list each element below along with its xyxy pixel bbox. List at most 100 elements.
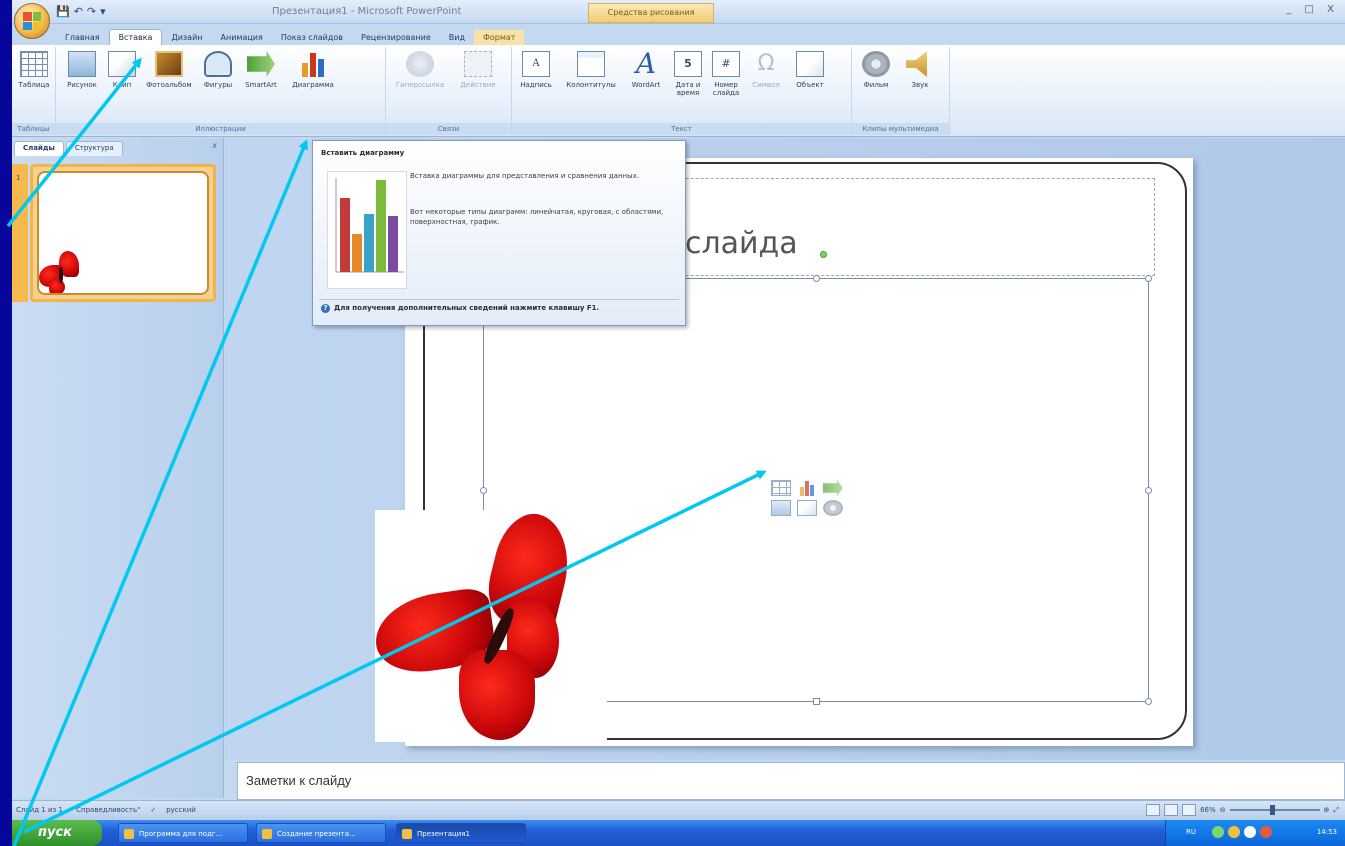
taskbar-item[interactable]: Создание презента... <box>256 823 386 843</box>
hyperlink-icon <box>406 51 434 77</box>
content-insert-icons <box>771 480 845 516</box>
insert-chart-icon[interactable] <box>797 480 817 496</box>
textbox-icon: A <box>522 51 550 77</box>
datetime-button-label: Дата и время <box>675 81 701 97</box>
film-reel-icon <box>862 51 890 77</box>
tab-view[interactable]: Вид <box>440 30 474 45</box>
tab-format[interactable]: Формат <box>473 30 525 45</box>
tab-insert[interactable]: Вставка <box>108 29 163 45</box>
zoom-slider[interactable] <box>1229 805 1320 815</box>
tab-outline[interactable]: Структура <box>65 141 123 156</box>
save-icon[interactable]: 💾 <box>56 5 70 18</box>
tab-design[interactable]: Дизайн <box>162 30 211 45</box>
header-footer-button[interactable]: Колонтитулы <box>560 51 622 89</box>
system-tray: RU 14:53 <box>1165 820 1345 846</box>
insert-picture-icon[interactable] <box>771 500 791 516</box>
zoom-in-icon[interactable]: ⊕ <box>1324 806 1330 814</box>
picture-button-label: Рисунок <box>67 81 97 89</box>
language-label[interactable]: русский <box>166 806 196 814</box>
table-icon <box>20 51 48 77</box>
tray-icon[interactable] <box>1228 826 1240 838</box>
smartart-button[interactable]: SmartArt <box>240 51 282 89</box>
undo-icon[interactable]: ↶ <box>74 5 83 18</box>
slide-title-text[interactable]: слайда <box>685 226 798 261</box>
datetime-button[interactable]: 5 Дата и время <box>670 51 706 97</box>
hyperlink-button[interactable]: Гиперссылка <box>392 51 448 89</box>
movie-button-label: Фильм <box>863 81 889 89</box>
tray-icon[interactable] <box>1212 826 1224 838</box>
smartart-button-label: SmartArt <box>245 81 277 89</box>
slide-number-label: Номер слайда <box>712 81 740 97</box>
chart-button[interactable]: Диаграмма <box>282 47 344 113</box>
fit-to-window-icon[interactable]: ⤢ <box>1333 806 1339 815</box>
resize-handle[interactable] <box>813 698 820 705</box>
chart-tooltip: Вставить диаграмму Вставка диаграммы для… <box>312 140 686 326</box>
group-label-tables: Таблицы <box>12 123 55 135</box>
photo-album-icon <box>155 51 183 77</box>
textbox-button-label: Надпись <box>520 81 552 89</box>
insert-clipart-icon[interactable] <box>797 500 817 516</box>
help-icon: ? <box>321 304 330 313</box>
table-button[interactable]: Таблица <box>16 51 52 89</box>
tab-review[interactable]: Рецензирование <box>352 30 440 45</box>
group-label-media: Клипы мультимедиа <box>852 123 949 135</box>
office-logo-icon <box>23 12 41 30</box>
resize-handle[interactable] <box>1145 487 1152 494</box>
window-controls[interactable]: _ □ X <box>1286 4 1339 15</box>
object-button[interactable]: Объект <box>788 51 832 89</box>
notes-pane[interactable]: Заметки к слайду <box>237 762 1345 800</box>
slideshow-view-button[interactable] <box>1182 804 1197 816</box>
tooltip-help-text: Для получения дополнительных сведений на… <box>334 304 600 312</box>
group-label-text: Текст <box>512 123 851 135</box>
redo-icon[interactable]: ↷ <box>87 5 96 18</box>
spellcheck-icon[interactable]: ✓ <box>150 806 156 814</box>
normal-view-button[interactable] <box>1146 804 1161 816</box>
butterfly-thumbnail-icon <box>39 251 83 293</box>
insert-table-icon[interactable] <box>771 480 791 496</box>
tab-home[interactable]: Главная <box>56 30 109 45</box>
zoom-out-icon[interactable]: ⊖ <box>1220 806 1226 814</box>
tray-icon[interactable] <box>1244 826 1256 838</box>
action-button[interactable]: Действие <box>450 51 506 89</box>
butterfly-picture[interactable] <box>370 506 607 742</box>
tab-slideshow[interactable]: Показ слайдов <box>272 30 352 45</box>
group-tables: Таблица Таблицы <box>12 47 56 135</box>
movie-button[interactable]: Фильм <box>856 51 896 89</box>
symbol-button[interactable]: Ω Символ <box>746 51 786 89</box>
resize-handle[interactable] <box>1145 698 1152 705</box>
sorter-view-button[interactable] <box>1164 804 1179 816</box>
tray-icon[interactable] <box>1260 826 1272 838</box>
slide-thumbnail[interactable] <box>30 164 216 302</box>
zoom-level[interactable]: 66% <box>1200 806 1216 814</box>
textbox-button[interactable]: A Надпись <box>514 51 558 89</box>
qat-dropdown-icon[interactable]: ▾ <box>100 5 106 18</box>
panel-close-icon[interactable]: x <box>212 141 217 150</box>
tooltip-separator <box>319 299 679 300</box>
keyboard-language[interactable]: RU <box>1186 828 1196 836</box>
photo-album-button[interactable]: Фотоальбом <box>142 51 196 89</box>
resize-handle[interactable] <box>480 487 487 494</box>
notes-placeholder: Заметки к слайду <box>246 773 352 788</box>
taskbar-item-active[interactable]: Презентация1 <box>396 823 526 843</box>
clip-button[interactable]: Клип <box>104 51 140 89</box>
start-button[interactable]: пуск <box>12 820 102 846</box>
resize-handle[interactable] <box>1145 275 1152 282</box>
chart-button-label: Диаграмма <box>292 81 334 89</box>
tab-slides[interactable]: Слайды <box>14 141 64 156</box>
photo-album-label: Фотоальбом <box>146 81 192 89</box>
sound-button[interactable]: Звук <box>900 51 940 89</box>
thumbnail-number: 1 <box>16 174 21 182</box>
insert-smartart-icon[interactable] <box>823 480 843 496</box>
picture-button[interactable]: Рисунок <box>62 51 102 89</box>
office-button[interactable] <box>14 3 50 39</box>
taskbar-item[interactable]: Программа для подг... <box>118 823 248 843</box>
slide-number-button[interactable]: # Номер слайда <box>708 51 744 97</box>
shapes-button[interactable]: Фигуры <box>198 51 238 89</box>
wordart-button[interactable]: A WordArt <box>624 50 668 90</box>
resize-handle[interactable] <box>813 275 820 282</box>
object-button-label: Объект <box>796 81 824 89</box>
tab-animation[interactable]: Анимация <box>212 30 272 45</box>
insert-media-icon[interactable] <box>823 500 843 516</box>
rotate-handle[interactable] <box>820 251 827 258</box>
zoom-slider-thumb[interactable] <box>1269 805 1275 815</box>
